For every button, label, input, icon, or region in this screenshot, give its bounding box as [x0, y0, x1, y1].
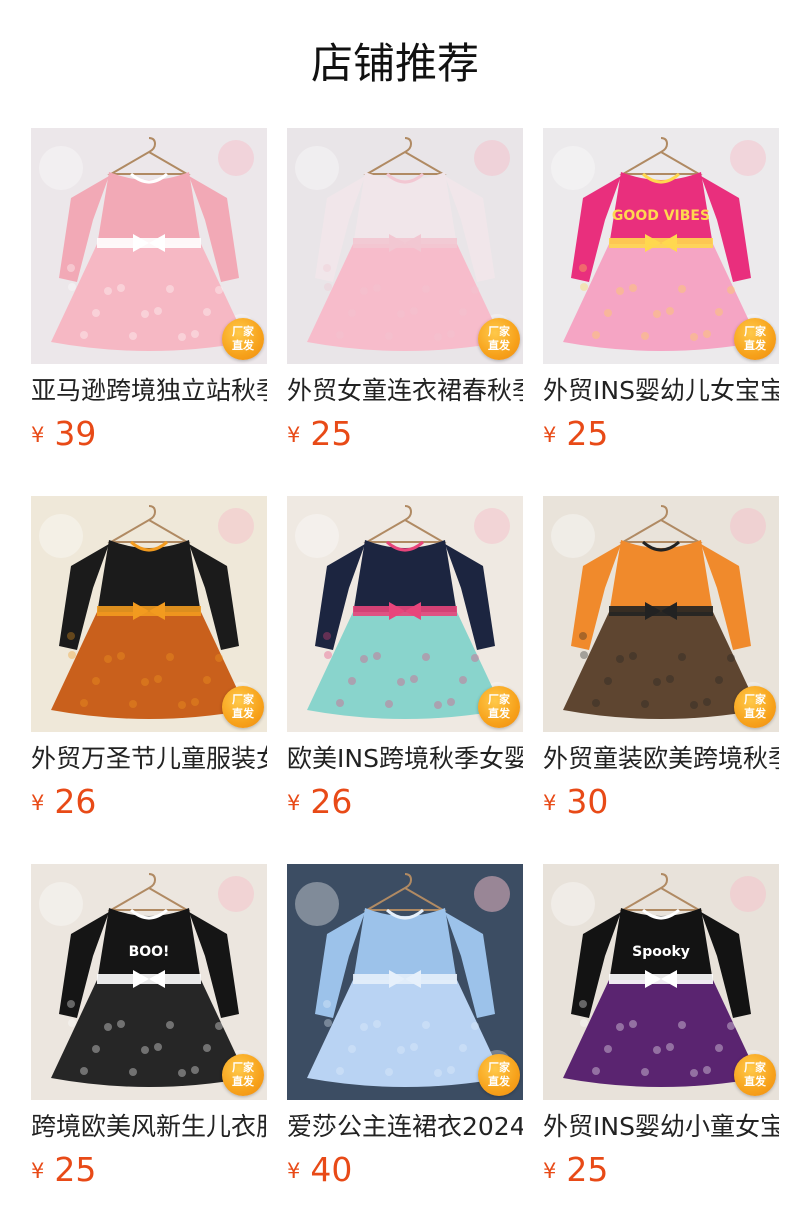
product-card[interactable]: Spooky 厂家 直发外贸INS婴幼小童女宝 ¥25	[543, 864, 779, 1194]
page-title: 店铺推荐	[310, 39, 479, 88]
badge-line-2: 直发	[488, 339, 510, 352]
badge-line-1: 厂家	[488, 1061, 510, 1074]
product-card[interactable]: GOOD VIBES 厂家 直发外贸INS婴幼儿女宝宝 ¥25	[543, 128, 779, 458]
product-image[interactable]: 厂家 直发	[31, 496, 267, 732]
price-value: 26	[54, 782, 97, 821]
badge-line-1: 厂家	[488, 325, 510, 338]
product-image[interactable]: 厂家 直发	[31, 128, 267, 364]
product-card[interactable]: 厂家 直发欧美INS跨境秋季女婴 ¥26	[287, 496, 523, 826]
badge-line-1: 厂家	[744, 325, 766, 338]
factory-direct-badge: 厂家 直发	[734, 318, 776, 360]
badge-line-2: 直发	[744, 339, 766, 352]
badge-line-1: 厂家	[232, 693, 254, 706]
product-card[interactable]: 厂家 直发外贸童装欧美跨境秋季 ¥30	[543, 496, 779, 826]
dress-print-text: BOO!	[129, 944, 170, 960]
currency-symbol: ¥	[31, 791, 45, 815]
factory-direct-badge: 厂家 直发	[222, 686, 264, 728]
product-title[interactable]: 外贸女童连衣裙春秋季	[287, 374, 523, 408]
product-title[interactable]: 爱莎公主连裙衣2024	[287, 1110, 523, 1144]
badge-line-1: 厂家	[744, 1061, 766, 1074]
price-value: 25	[566, 414, 609, 453]
product-image[interactable]: 厂家 直发	[287, 864, 523, 1100]
product-price: ¥26	[31, 782, 96, 826]
currency-symbol: ¥	[543, 791, 557, 815]
badge-line-2: 直发	[488, 1075, 510, 1088]
dress-print-text: GOOD VIBES	[612, 208, 710, 224]
product-price: ¥25	[287, 414, 352, 458]
product-image[interactable]: 厂家 直发	[287, 128, 523, 364]
factory-direct-badge: 厂家 直发	[478, 686, 520, 728]
product-card[interactable]: 厂家 直发外贸万圣节儿童服装女 ¥26	[31, 496, 267, 826]
factory-direct-badge: 厂家 直发	[734, 686, 776, 728]
badge-line-2: 直发	[232, 1075, 254, 1088]
product-card[interactable]: BOO! 厂家 直发跨境欧美风新生儿衣服 ¥25	[31, 864, 267, 1194]
badge-line-2: 直发	[232, 339, 254, 352]
product-price: ¥30	[543, 782, 608, 826]
product-card[interactable]: 厂家 直发爱莎公主连裙衣2024 ¥40	[287, 864, 523, 1194]
price-value: 25	[54, 1150, 97, 1189]
badge-line-2: 直发	[744, 1075, 766, 1088]
factory-direct-badge: 厂家 直发	[734, 1054, 776, 1096]
product-title[interactable]: 外贸童装欧美跨境秋季	[543, 742, 779, 776]
badge-line-1: 厂家	[232, 325, 254, 338]
product-title[interactable]: 外贸INS婴幼小童女宝	[543, 1110, 779, 1144]
factory-direct-badge: 厂家 直发	[222, 1054, 264, 1096]
product-price: ¥25	[543, 414, 608, 458]
currency-symbol: ¥	[287, 1159, 301, 1183]
product-image[interactable]: 厂家 直发	[543, 496, 779, 732]
product-price: ¥25	[543, 1150, 608, 1194]
badge-line-2: 直发	[232, 707, 254, 720]
badge-line-2: 直发	[744, 707, 766, 720]
price-value: 39	[54, 414, 97, 453]
product-title[interactable]: 外贸万圣节儿童服装女	[31, 742, 267, 776]
product-price: ¥26	[287, 782, 352, 826]
badge-line-2: 直发	[488, 707, 510, 720]
dress-print-text: Spooky	[632, 944, 690, 960]
product-image[interactable]: 厂家 直发	[287, 496, 523, 732]
product-price: ¥39	[31, 414, 96, 458]
product-title[interactable]: 亚马逊跨境独立站秋季	[31, 374, 267, 408]
factory-direct-badge: 厂家 直发	[478, 1054, 520, 1096]
currency-symbol: ¥	[543, 1159, 557, 1183]
factory-direct-badge: 厂家 直发	[478, 318, 520, 360]
product-image[interactable]: Spooky 厂家 直发	[543, 864, 779, 1100]
product-title[interactable]: 跨境欧美风新生儿衣服	[31, 1110, 267, 1144]
badge-line-1: 厂家	[744, 693, 766, 706]
price-value: 25	[566, 1150, 609, 1189]
product-price: ¥40	[287, 1150, 352, 1194]
currency-symbol: ¥	[31, 1159, 45, 1183]
currency-symbol: ¥	[287, 423, 301, 447]
product-price: ¥25	[31, 1150, 96, 1194]
currency-symbol: ¥	[287, 791, 301, 815]
badge-line-1: 厂家	[488, 693, 510, 706]
price-value: 30	[566, 782, 609, 821]
currency-symbol: ¥	[31, 423, 45, 447]
product-card[interactable]: 厂家 直发外贸女童连衣裙春秋季 ¥25	[287, 128, 523, 458]
badge-line-1: 厂家	[232, 1061, 254, 1074]
product-title[interactable]: 外贸INS婴幼儿女宝宝	[543, 374, 779, 408]
product-card[interactable]: 厂家 直发亚马逊跨境独立站秋季 ¥39	[31, 128, 267, 458]
currency-symbol: ¥	[543, 423, 557, 447]
product-title[interactable]: 欧美INS跨境秋季女婴	[287, 742, 523, 776]
price-value: 40	[310, 1150, 353, 1189]
price-value: 25	[310, 414, 353, 453]
product-image[interactable]: BOO! 厂家 直发	[31, 864, 267, 1100]
factory-direct-badge: 厂家 直发	[222, 318, 264, 360]
price-value: 26	[310, 782, 353, 821]
product-image[interactable]: GOOD VIBES 厂家 直发	[543, 128, 779, 364]
